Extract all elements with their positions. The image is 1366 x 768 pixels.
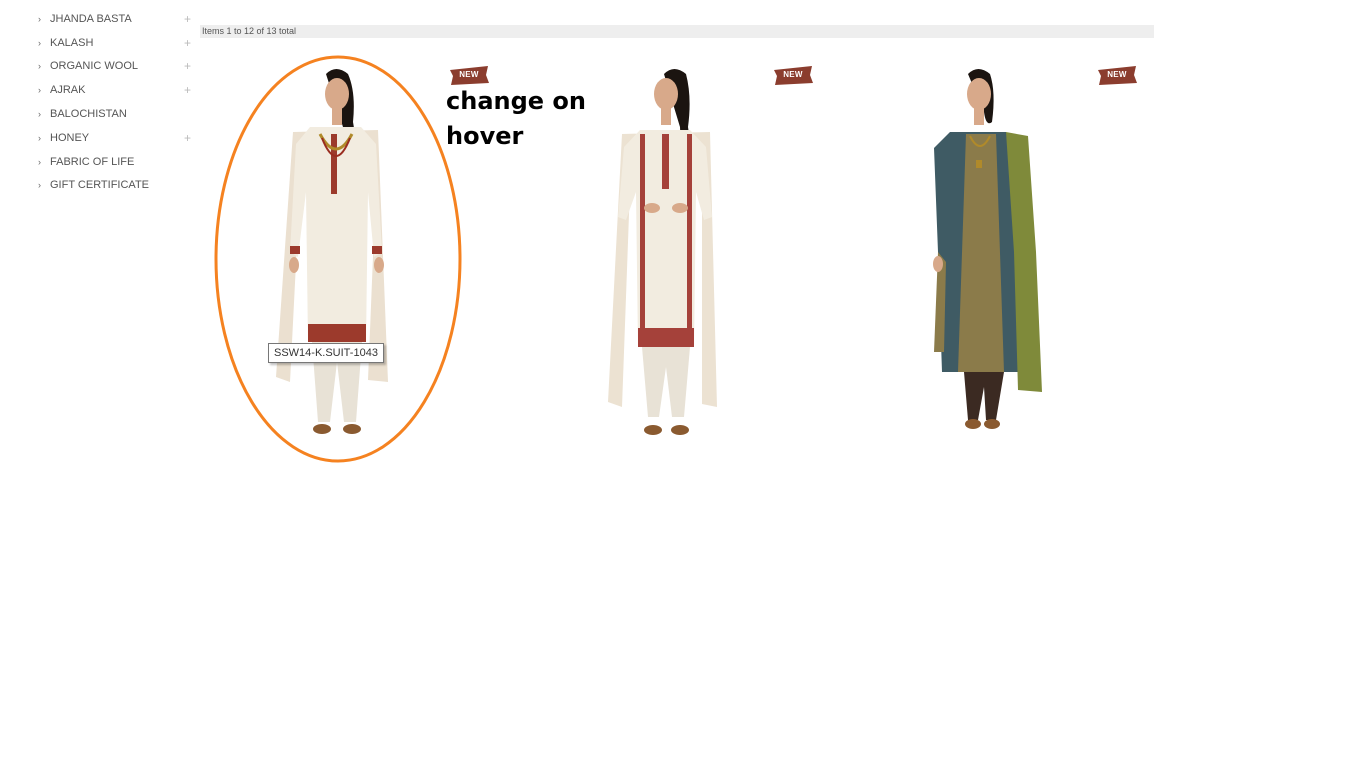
chevron-right-icon: ›: [38, 61, 41, 71]
sidebar-item-label: JHANDA BASTA: [50, 13, 132, 25]
product-card-3[interactable]: NEW: [846, 52, 1137, 452]
sidebar-item-kalash[interactable]: › KALASH +: [38, 33, 193, 53]
annotation-label: change on hover: [446, 87, 586, 150]
new-badge: NEW: [1096, 64, 1138, 86]
chevron-right-icon: ›: [38, 109, 41, 119]
expand-plus-icon[interactable]: +: [184, 9, 191, 29]
sidebar-item-ajrak[interactable]: › AJRAK +: [38, 80, 193, 100]
chevron-right-icon: ›: [38, 157, 41, 167]
chevron-right-icon: ›: [38, 133, 41, 143]
category-sidebar: › JHANDA BASTA + › KALASH + › ORGANIC WOOL …: [0, 0, 200, 200]
sidebar-item-label: ORGANIC WOOL: [50, 60, 139, 72]
product-image[interactable]: [846, 52, 1126, 452]
sidebar-item-label: GIFT CERTIFICATE: [50, 179, 150, 191]
expand-plus-icon[interactable]: +: [184, 80, 191, 100]
sidebar-item-label: HONEY: [50, 132, 90, 144]
sidebar-item-label: KALASH: [50, 37, 94, 49]
chevron-right-icon: ›: [38, 180, 41, 190]
chevron-right-icon: ›: [38, 85, 41, 95]
sidebar-item-balochistan[interactable]: › BALOCHISTAN: [38, 104, 193, 124]
product-card-1[interactable]: NEW: [198, 52, 489, 452]
product-image[interactable]: [198, 52, 478, 452]
sidebar-item-gift-certificate[interactable]: › GIFT CERTIFICATE: [38, 175, 193, 195]
sidebar-item-label: FABRIC OF LIFE: [50, 156, 135, 168]
sidebar-item-jhanda-basta[interactable]: › JHANDA BASTA +: [38, 9, 193, 29]
expand-plus-icon[interactable]: +: [184, 33, 191, 53]
product-toolbar: Items 1 to 12 of 13 total: [200, 25, 1154, 38]
new-badge: NEW: [772, 64, 814, 86]
product-tooltip: SSW14-K.SUIT-1043: [268, 343, 384, 363]
chevron-right-icon: ›: [38, 14, 41, 24]
new-badge: NEW: [448, 64, 490, 86]
sidebar-item-label: BALOCHISTAN: [50, 108, 127, 120]
sidebar-item-fabric-of-life[interactable]: › FABRIC OF LIFE: [38, 152, 193, 172]
expand-plus-icon[interactable]: +: [184, 128, 191, 148]
chevron-right-icon: ›: [38, 38, 41, 48]
items-count: Items 1 to 12 of 13 total: [202, 26, 297, 36]
sidebar-item-honey[interactable]: › HONEY +: [38, 128, 193, 148]
sidebar-item-label: AJRAK: [50, 84, 86, 96]
sidebar-item-organic-wool[interactable]: › ORGANIC WOOL +: [38, 56, 193, 76]
expand-plus-icon[interactable]: +: [184, 56, 191, 76]
